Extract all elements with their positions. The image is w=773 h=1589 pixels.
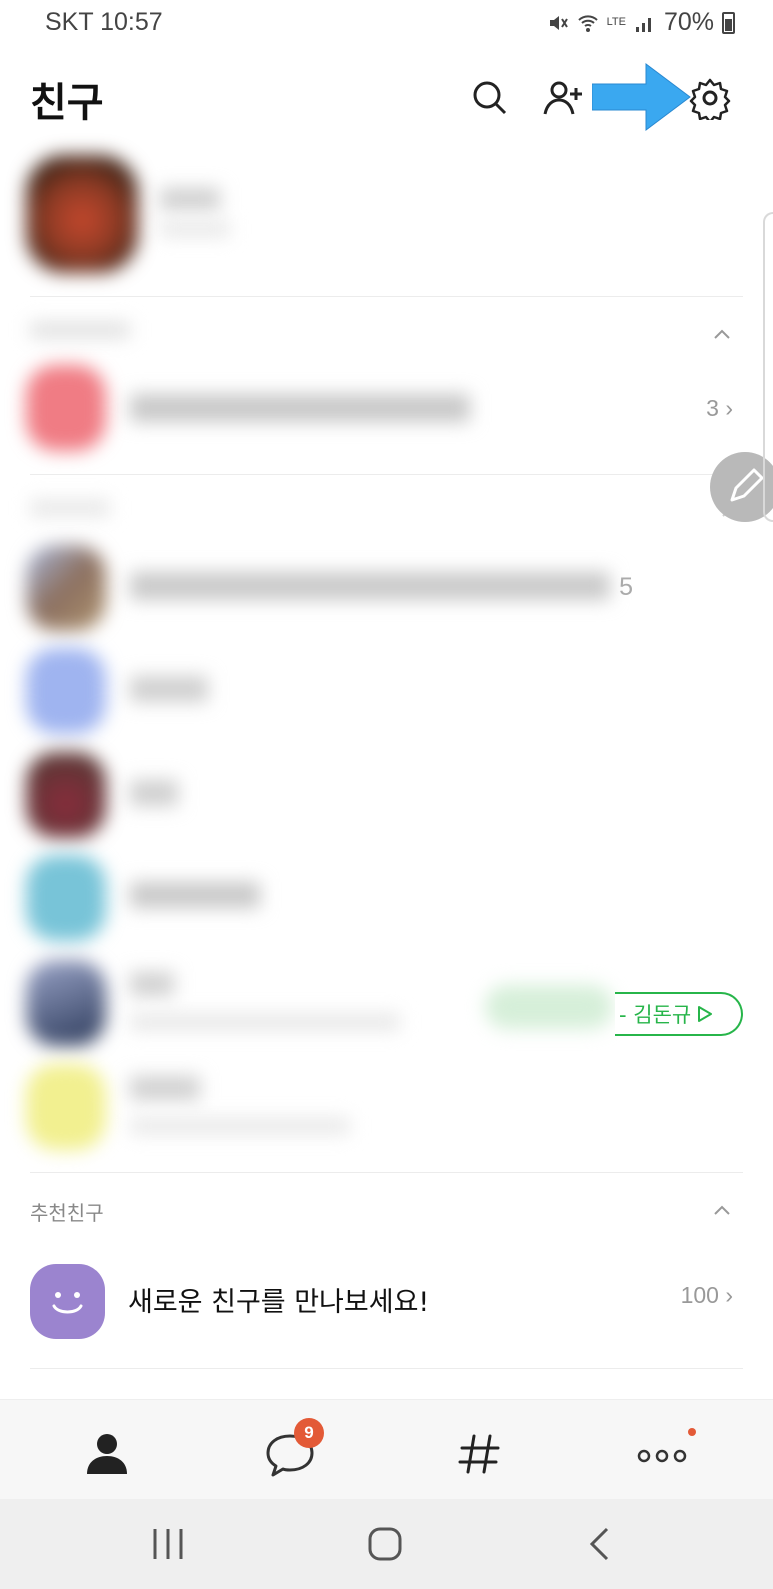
add-friend-icon[interactable] [542,76,586,120]
pointer-arrow-icon [592,63,691,131]
recommend-item-text[interactable]: 새로운 친구를 만나보세요! [128,1280,429,1319]
recommended-label: 추천친구 [30,1201,104,1225]
divider [30,1172,743,1173]
collapse-caret-icon[interactable] [713,328,731,340]
mute-icon [549,15,568,30]
more-notification-dot [688,1428,696,1436]
my-profile-avatar[interactable] [26,155,138,273]
search-icon[interactable] [468,76,512,120]
friend-status [130,1014,400,1030]
friend-avatar[interactable] [26,855,106,941]
favorites-count[interactable]: 3 › [706,395,733,422]
favorite-names [130,394,470,422]
friends-label [30,500,110,516]
favorites-label [30,322,130,338]
friend-name [130,572,610,600]
battery-percent: 70% [663,8,714,36]
friend-name [130,780,178,806]
page-title: 친구 [30,80,104,126]
divider [30,474,743,475]
friend-avatar[interactable] [26,648,106,734]
friend-name [130,1076,200,1100]
signal-icon [635,17,651,32]
friend-status [130,1118,350,1134]
favorites-count-value: 3 [706,395,719,421]
favorite-avatar[interactable] [26,365,106,451]
wifi-icon [577,14,598,32]
music-pill-blur [485,985,613,1029]
my-profile-status [160,222,230,236]
friend-avatar[interactable] [26,960,106,1046]
home-icon[interactable] [360,1521,410,1567]
network-type: LTE [606,16,626,28]
friend-avatar[interactable] [26,752,106,838]
back-icon[interactable] [575,1521,625,1567]
friends-count: 5 [619,573,633,601]
recommend-count-value: 100 [680,1282,719,1308]
friend-avatar[interactable] [26,1064,106,1150]
recommend-smile-icon[interactable] [30,1264,105,1339]
battery-icon [722,11,735,34]
friends-tab-icon[interactable] [77,1424,137,1484]
music-status-pill[interactable]: - 김돈규 [615,992,743,1036]
music-status-text: - 김돈규 [619,1003,692,1027]
more-tab-icon[interactable] [632,1424,692,1484]
friend-name [130,676,208,702]
chat-unread-badge: 9 [294,1418,324,1448]
play-icon [698,1006,713,1022]
bottom-nav: 9 [0,1399,773,1499]
recent-apps-icon[interactable] [143,1521,193,1567]
friend-avatar[interactable] [26,545,106,631]
recommend-count[interactable]: 100 › [681,1282,733,1309]
divider [30,1368,743,1369]
system-nav-bar [0,1499,773,1589]
status-bar: SKT 10:57 LTE 70% [0,0,773,48]
settings-icon[interactable] [688,76,732,120]
friend-name [130,972,174,996]
hashtag-tab-icon[interactable] [450,1424,510,1484]
carrier-time: SKT 10:57 [45,8,163,36]
divider [30,296,743,297]
friend-name [130,882,260,908]
collapse-caret-icon[interactable] [713,1204,731,1216]
status-icons: LTE 70% [547,8,735,37]
side-panel-handle[interactable] [763,212,773,522]
my-profile-name [160,188,220,210]
